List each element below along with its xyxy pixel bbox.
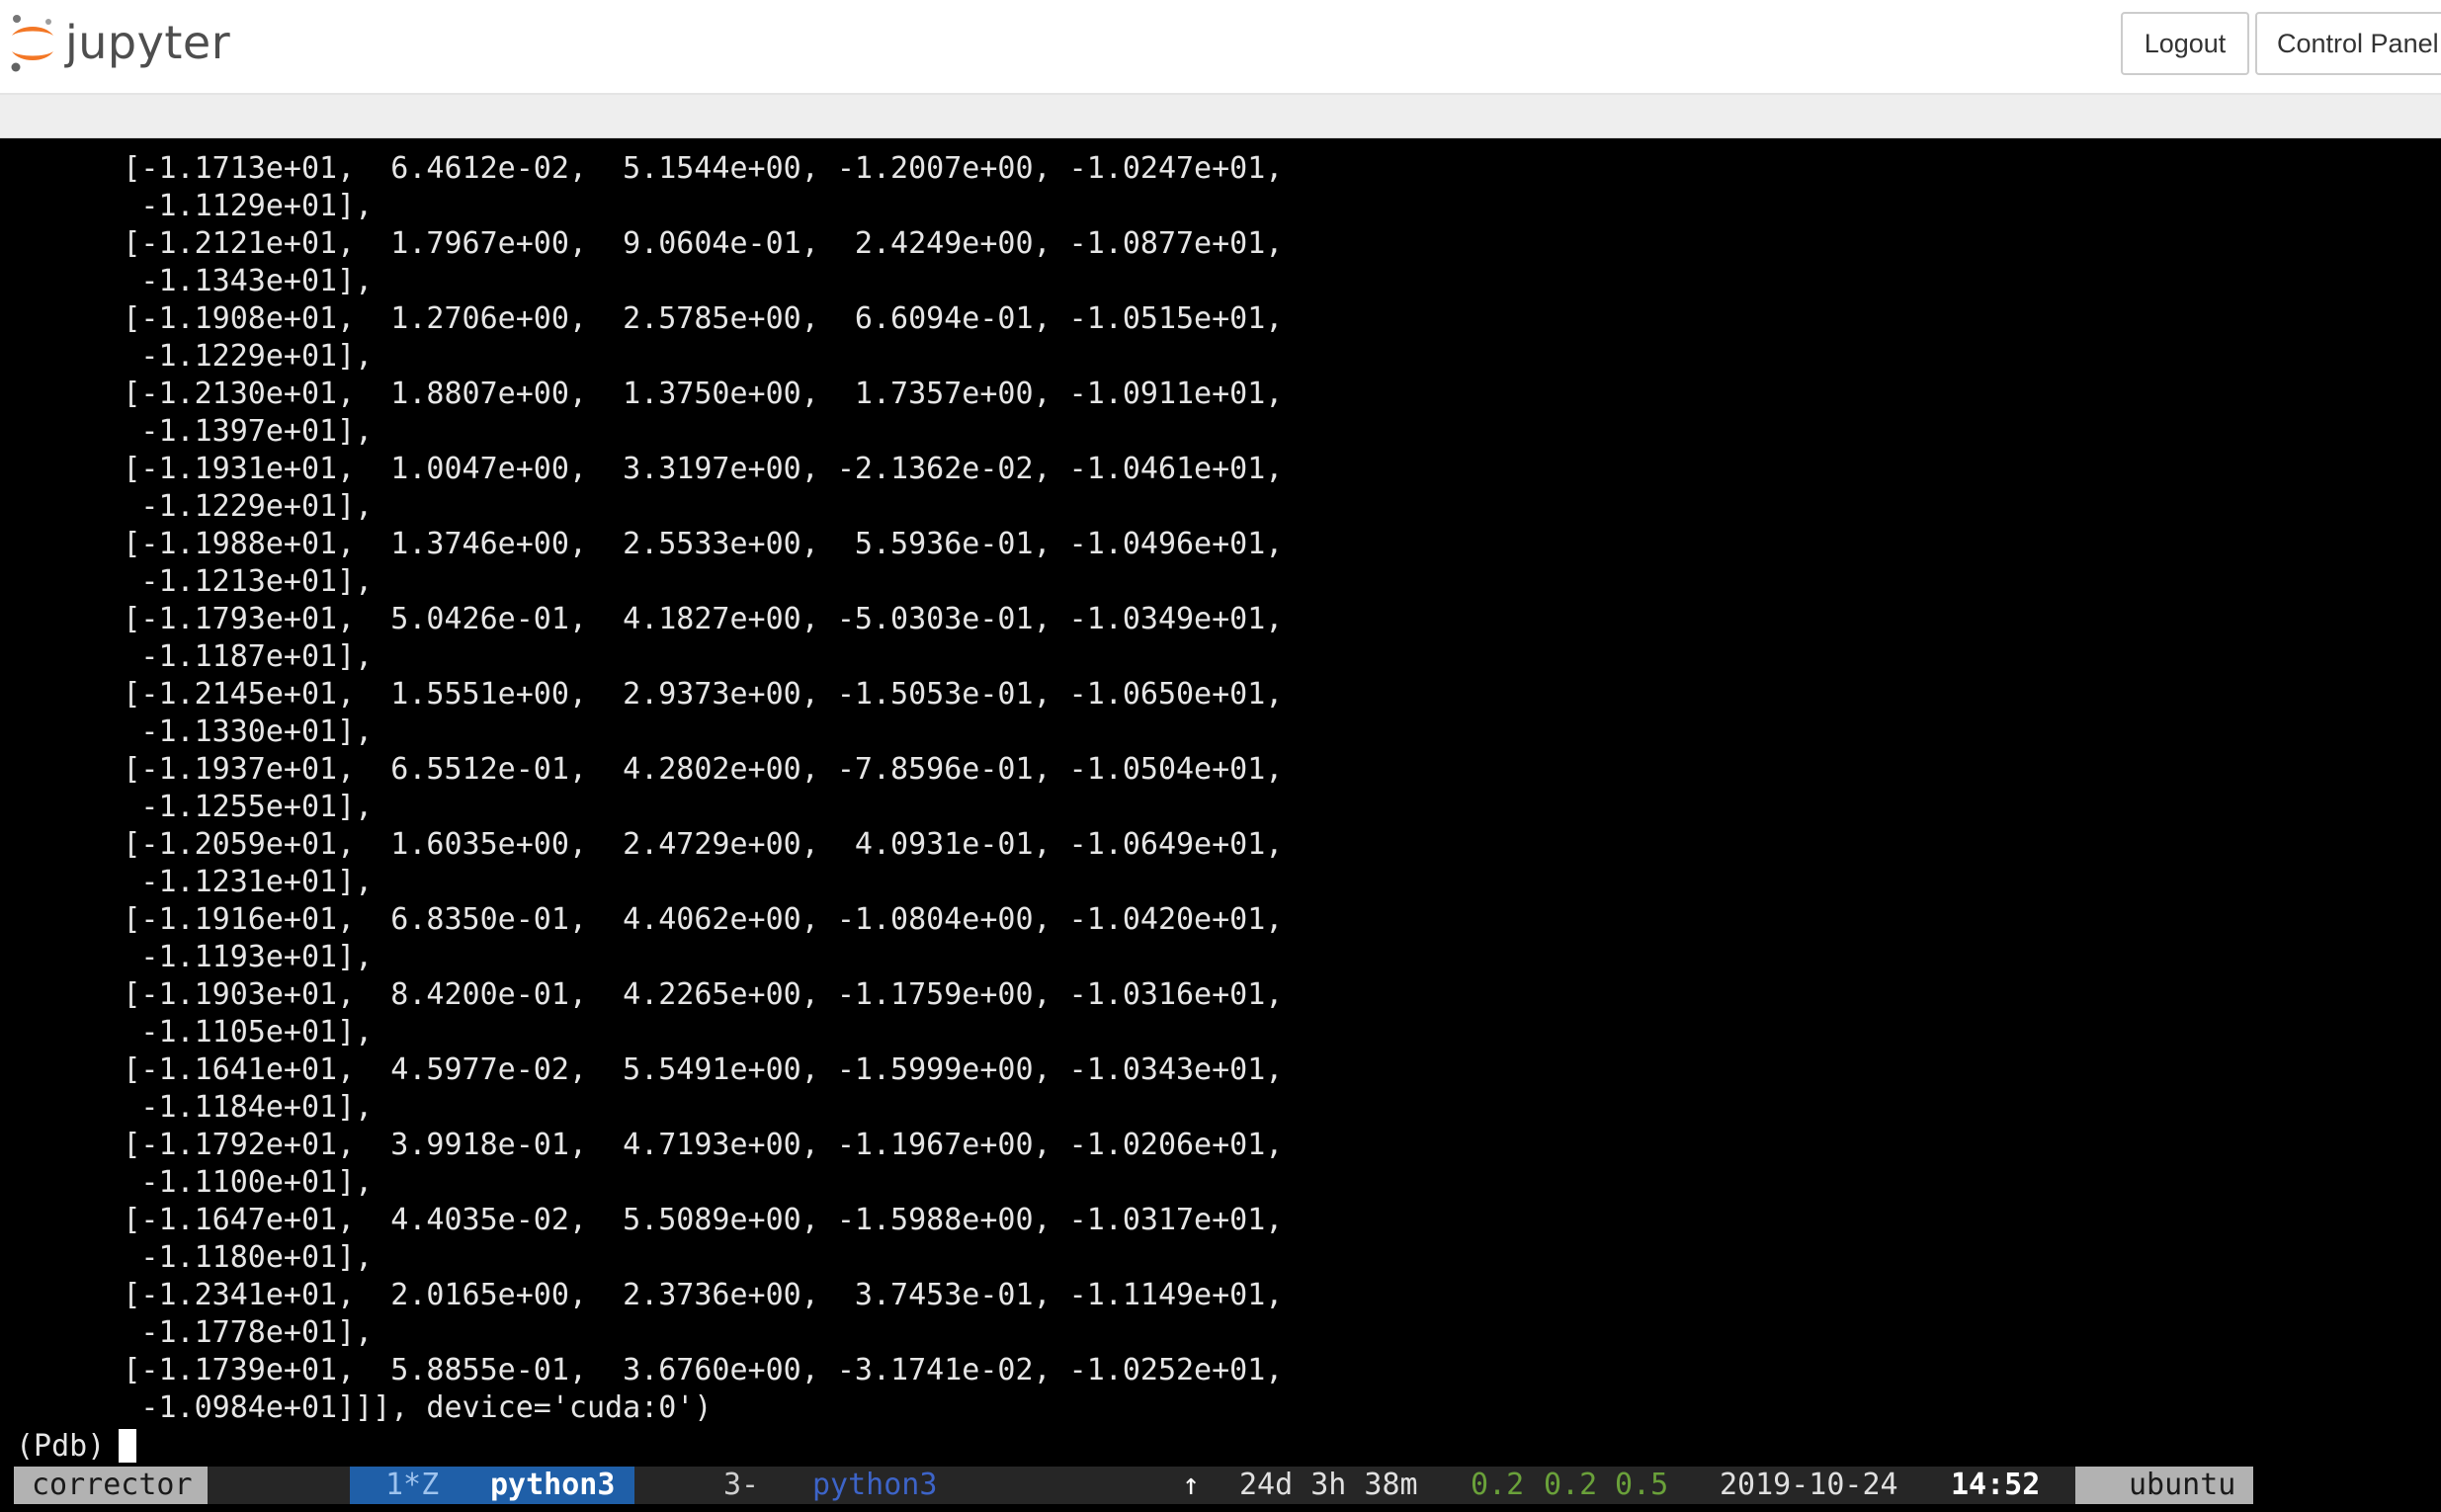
load-average-15m: 0.5: [1615, 1468, 1669, 1502]
load-average-1m: 0.2: [1471, 1468, 1525, 1502]
jupyter-header: jupyter Logout Control Panel: [0, 0, 2441, 95]
terminal-output-line: -1.1100e+01],: [16, 1165, 374, 1200]
status-date: 2019-10-24: [1720, 1468, 1898, 1502]
logout-button[interactable]: Logout: [2121, 12, 2249, 75]
inactive-window-index[interactable]: 3-: [723, 1467, 759, 1504]
pdb-prompt-line[interactable]: (Pdb): [16, 1427, 137, 1465]
tmux-active-window[interactable]: 1*Z python3: [350, 1467, 634, 1504]
terminal-output-line: -1.0984e+01]]], device='cuda:0'): [16, 1390, 713, 1425]
terminal-output-line: -1.1229e+01],: [16, 489, 374, 524]
terminal-output-line: [-1.1931e+01, 1.0047e+00, 3.3197e+00, -2…: [16, 452, 1284, 486]
jupyter-logo-icon: [8, 12, 57, 73]
terminal-output-line: [-1.1641e+01, 4.5977e-02, 5.5491e+00, -1…: [16, 1052, 1284, 1087]
terminal-output-line: -1.1778e+01],: [16, 1315, 374, 1350]
terminal-output-line: [-1.1937e+01, 6.5512e-01, 4.2802e+00, -7…: [16, 752, 1284, 787]
terminal-output-line: [-1.1647e+01, 4.4035e-02, 5.5089e+00, -1…: [16, 1203, 1284, 1237]
tmux-session-name[interactable]: corrector: [14, 1467, 208, 1504]
terminal-output-line: -1.1255e+01],: [16, 790, 374, 824]
terminal-output-line: [-1.1916e+01, 6.8350e-01, 4.4062e+00, -1…: [16, 902, 1284, 937]
terminal-window[interactable]: [-1.1713e+01, 6.4612e-02, 5.1544e+00, -1…: [0, 138, 2441, 1512]
active-window-name: python3: [490, 1468, 616, 1502]
terminal-output-line: [-1.2130e+01, 1.8807e+00, 1.3750e+00, 1.…: [16, 377, 1284, 411]
control-panel-button[interactable]: Control Panel: [2255, 12, 2441, 75]
terminal-output-line: -1.1180e+01],: [16, 1240, 374, 1275]
terminal-output-line: -1.1397e+01],: [16, 414, 374, 449]
hostname: ubuntu: [2075, 1467, 2253, 1504]
terminal-output-line: -1.1129e+01],: [16, 189, 374, 223]
active-window-index: 1*Z: [385, 1468, 440, 1502]
terminal-output-line: -1.1229e+01],: [16, 339, 374, 374]
terminal-output-line: [-1.2059e+01, 1.6035e+00, 2.4729e+00, 4.…: [16, 827, 1284, 862]
load-average-5m: 0.2: [1544, 1468, 1598, 1502]
terminal-output-line: -1.1330e+01],: [16, 714, 374, 749]
terminal-output-line: [-1.1903e+01, 8.4200e-01, 4.2265e+00, -1…: [16, 977, 1284, 1012]
terminal-output-line: -1.1105e+01],: [16, 1015, 374, 1050]
status-time: 14:52: [1951, 1468, 2041, 1502]
terminal-output-line: [-1.1739e+01, 5.8855e-01, 3.6760e+00, -3…: [16, 1353, 1284, 1387]
terminal-output: [-1.1713e+01, 6.4612e-02, 5.1544e+00, -1…: [16, 150, 1283, 1427]
terminal-output-line: -1.1184e+01],: [16, 1090, 374, 1125]
jupyter-logo-text: jupyter: [65, 16, 231, 69]
uptime: 24d 3h 38m: [1239, 1468, 1418, 1502]
terminal-output-line: [-1.1793e+01, 5.0426e-01, 4.1827e+00, -5…: [16, 602, 1284, 636]
terminal-cursor: [119, 1429, 137, 1463]
terminal-output-line: [-1.2341e+01, 2.0165e+00, 2.3736e+00, 3.…: [16, 1278, 1284, 1312]
terminal-output-line: -1.1187e+01],: [16, 639, 374, 674]
terminal-output-line: [-1.1792e+01, 3.9918e-01, 4.7193e+00, -1…: [16, 1128, 1284, 1162]
tmux-status-bar: corrector 1*Z python3 3- python3 ↑ 24d 3…: [0, 1467, 2441, 1504]
terminal-output-line: -1.1343e+01],: [16, 264, 374, 298]
terminal-output-line: [-1.1988e+01, 1.3746e+00, 2.5533e+00, 5.…: [16, 527, 1284, 561]
pdb-prompt: (Pdb): [16, 1428, 106, 1464]
terminal-output-line: -1.1213e+01],: [16, 564, 374, 599]
terminal-output-line: -1.1231e+01],: [16, 865, 374, 899]
jupyter-logo[interactable]: jupyter: [8, 10, 230, 75]
terminal-output-line: [-1.2121e+01, 1.7967e+00, 9.0604e-01, 2.…: [16, 226, 1284, 261]
terminal-output-line: [-1.1713e+01, 6.4612e-02, 5.1544e+00, -1…: [16, 151, 1284, 186]
terminal-output-line: [-1.2145e+01, 1.5551e+00, 2.9373e+00, -1…: [16, 677, 1284, 712]
inactive-window-name[interactable]: python3: [812, 1467, 937, 1504]
header-subbar: [0, 95, 2441, 138]
status-spacer: [208, 1467, 350, 1504]
terminal-output-line: [-1.1908e+01, 1.2706e+00, 2.5785e+00, 6.…: [16, 301, 1284, 336]
terminal-output-line: -1.1193e+01],: [16, 940, 374, 974]
uptime-arrow-icon: ↑: [1182, 1468, 1201, 1502]
